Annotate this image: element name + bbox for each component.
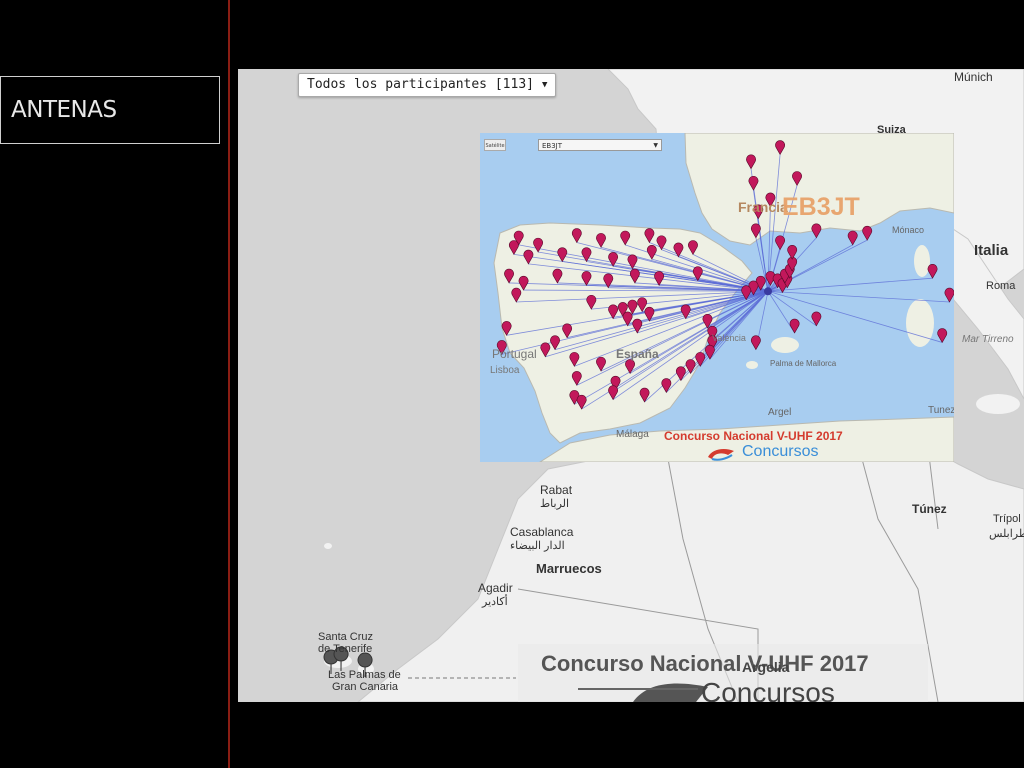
inset-map[interactable]: Satélite EB3JT ▼ Francia EB3JT Mónaco Po… bbox=[480, 133, 954, 462]
label-casablanca: Casablanca bbox=[510, 525, 574, 539]
participants-dropdown[interactable]: Todos los participantes [113] ▼ bbox=[298, 73, 557, 97]
inset-land-sardinia bbox=[906, 299, 934, 347]
label-roma: Roma bbox=[986, 280, 1016, 292]
hub-station-marker[interactable] bbox=[763, 287, 772, 296]
label-portugal: Portugal bbox=[492, 347, 537, 361]
participants-dropdown-value: Todos los participantes [113] bbox=[307, 77, 534, 92]
sidebar-title: ANTENAS bbox=[11, 97, 117, 123]
label-agadir-ar: أكادير bbox=[482, 596, 508, 608]
inset-contest-label: Concurso Nacional V-UHF 2017 bbox=[664, 429, 843, 443]
inset-brand: Concursos bbox=[742, 443, 819, 460]
chevron-down-icon: ▼ bbox=[541, 80, 548, 90]
divider-line bbox=[228, 0, 230, 768]
label-tunez-inset: Tunez bbox=[928, 405, 954, 416]
watermark-brand: Concursos bbox=[701, 677, 835, 702]
label-valencia: València bbox=[712, 333, 746, 343]
label-monaco: Mónaco bbox=[892, 225, 925, 235]
inset-land-ibiza bbox=[746, 361, 758, 369]
inset-station-dropdown-value: EB3JT bbox=[542, 142, 563, 150]
label-francia: Francia bbox=[738, 199, 788, 215]
label-argelia: Argelia bbox=[742, 659, 790, 675]
map-viewport[interactable]: Todos los participantes [113] ▼ Múnich S… bbox=[238, 69, 1024, 702]
sidebar-title-box: ANTENAS bbox=[0, 76, 220, 144]
label-santa-cruz: Santa Cruz bbox=[318, 631, 374, 643]
label-palma: Palma de Mallorca bbox=[770, 359, 837, 368]
chevron-down-icon: ▼ bbox=[653, 142, 658, 149]
label-lisboa: Lisboa bbox=[490, 365, 520, 376]
label-rabat-ar: الرباط bbox=[540, 498, 570, 510]
label-gran-canaria: Gran Canaria bbox=[332, 681, 399, 693]
label-las-palmas: Las Palmas de bbox=[328, 669, 401, 681]
watermark-contest-label: Concurso Nacional V-UHF 2017 bbox=[541, 651, 869, 676]
inset-land-corsica bbox=[914, 245, 930, 277]
label-agadir: Agadir bbox=[478, 581, 513, 595]
inset-station-dropdown[interactable]: EB3JT ▼ bbox=[538, 139, 662, 151]
label-argel: Argel bbox=[768, 407, 792, 418]
land-island bbox=[324, 543, 332, 549]
label-tunez: Túnez bbox=[912, 502, 947, 516]
inset-land-mallorca bbox=[771, 337, 799, 353]
label-munich: Múnich bbox=[954, 70, 993, 84]
label-casablanca-ar: الدار البيضاء bbox=[510, 540, 565, 552]
concursos-logo-icon bbox=[708, 449, 734, 461]
label-espana: España bbox=[616, 347, 659, 361]
label-malaga: Málaga bbox=[616, 429, 649, 440]
label-italia: Italia bbox=[974, 242, 1009, 259]
inset-map-type-button[interactable]: Satélite bbox=[484, 139, 506, 151]
land-sicily bbox=[976, 394, 1020, 414]
label-mar-tirreno: Mar Tirreno bbox=[962, 334, 1014, 345]
label-tripoli-ar: طرابلس bbox=[989, 528, 1024, 540]
label-rabat: Rabat bbox=[540, 483, 573, 497]
label-marruecos: Marruecos bbox=[536, 561, 602, 576]
label-tripoli: Trípol bbox=[993, 513, 1021, 525]
inset-map-canvas bbox=[480, 133, 954, 462]
inset-callsign: EB3JT bbox=[782, 193, 860, 221]
label-tenerife: de Tenerife bbox=[318, 643, 373, 655]
